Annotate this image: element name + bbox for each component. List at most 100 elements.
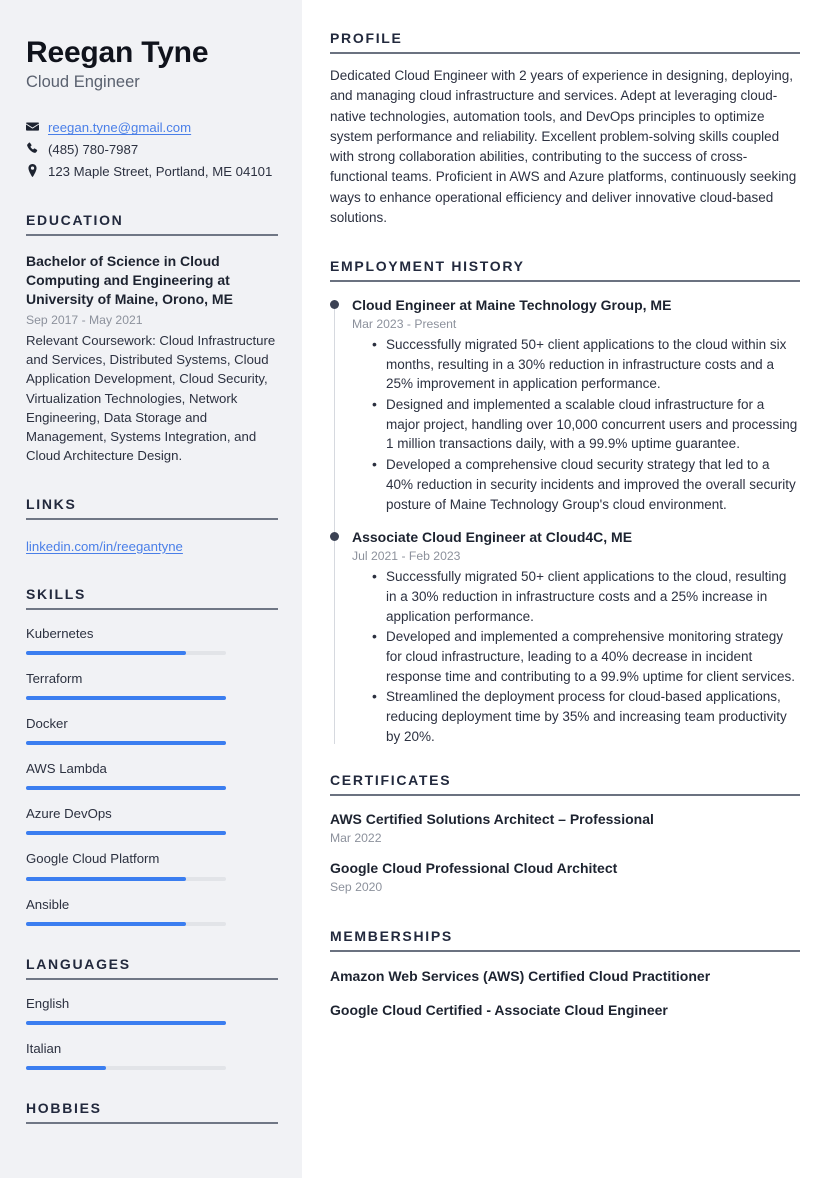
timeline-dot-icon	[330, 300, 339, 309]
skill-bar-fill	[26, 650, 186, 655]
certificates-section: CERTIFICATES AWS Certified Solutions Arc…	[330, 772, 800, 894]
certificate-title: AWS Certified Solutions Architect – Prof…	[330, 811, 654, 828]
contact-phone-value: (485) 780-7987	[48, 142, 139, 158]
job-title: Cloud Engineer at Maine Technology Group…	[352, 297, 672, 313]
skill-item: Azure DevOps	[26, 805, 278, 836]
education-section: EDUCATION Bachelor of Science in Cloud C…	[26, 212, 278, 466]
links-section: LINKS linkedin.com/in/reegantyne	[26, 496, 278, 556]
language-bar-fill	[26, 1065, 106, 1070]
job-date: Mar 2023 - Present	[352, 316, 457, 331]
skill-bar-track	[26, 921, 226, 926]
language-bar-track	[26, 1065, 226, 1070]
skill-bar-fill	[26, 695, 226, 700]
envelope-icon	[26, 118, 48, 133]
skills-rule	[26, 607, 278, 610]
education-heading: EDUCATION	[26, 211, 124, 228]
timeline-dot-icon	[330, 532, 339, 542]
certificates-rule	[330, 794, 800, 797]
skill-label: Ansible	[26, 896, 70, 912]
profile-heading: PROFILE	[330, 30, 403, 46]
language-label: English	[26, 995, 70, 1011]
language-item: English	[26, 995, 278, 1025]
links-rule	[26, 517, 278, 520]
membership-entry: Amazon Web Services (AWS) Certified Clou…	[330, 967, 800, 986]
memberships-rule	[330, 950, 800, 953]
skill-bar-fill	[26, 831, 226, 836]
education-date: Sep 2017 - May 2021	[26, 312, 143, 327]
languages-heading: LANGUAGES	[26, 955, 131, 972]
candidate-name: Reegan Tyne	[26, 36, 209, 69]
job-bullet: Streamlined the deployment process for c…	[372, 686, 800, 746]
certificate-title: Google Cloud Professional Cloud Architec…	[330, 860, 618, 877]
contact-email-row: reegan.tyne@gmail.com	[26, 118, 278, 138]
membership-title: Google Cloud Certified - Associate Cloud…	[330, 1002, 668, 1019]
job-bullet: Designed and implemented a scalable clou…	[372, 394, 800, 454]
skill-label: AWS Lambda	[26, 761, 107, 777]
phone-icon	[26, 140, 48, 155]
skill-bar-fill	[26, 921, 186, 926]
memberships-heading: MEMBERSHIPS	[330, 928, 453, 945]
linkedin-link[interactable]: linkedin.com/in/reegantyne	[26, 539, 183, 554]
job-bullet: Developed and implemented a comprehensiv…	[372, 626, 800, 686]
candidate-job-title: Cloud Engineer	[26, 72, 140, 91]
skill-bar-fill	[26, 786, 226, 791]
skill-bar-fill	[26, 741, 226, 746]
hobbies-heading: HOBBIES	[26, 1099, 102, 1116]
job-bullet: Successfully migrated 50+ client applica…	[372, 566, 800, 626]
skill-item: Kubernetes	[26, 625, 278, 655]
certificate-date: Sep 2020	[330, 880, 383, 895]
contact-address-row: 123 Maple Street, Portland, ME 04101	[26, 162, 278, 182]
skill-item: Ansible	[26, 896, 278, 926]
skill-bar-fill	[26, 876, 186, 881]
skill-label: Azure DevOps	[26, 806, 112, 822]
skill-bar-track	[26, 786, 226, 791]
profile-section: PROFILE Dedicated Cloud Engineer with 2 …	[330, 30, 800, 228]
skill-bar-track	[26, 741, 226, 746]
employment-timeline: Cloud Engineer at Maine Technology Group…	[330, 296, 800, 746]
employment-heading: EMPLOYMENT HISTORY	[330, 258, 525, 274]
skill-label: Kubernetes	[26, 625, 94, 641]
membership-title: Amazon Web Services (AWS) Certified Clou…	[330, 968, 711, 985]
hobbies-section: HOBBIES	[26, 1100, 278, 1124]
language-bar-fill	[26, 1020, 226, 1025]
job-bullet: Developed a comprehensive cloud security…	[372, 454, 800, 514]
skill-bar-track	[26, 831, 226, 836]
profile-rule	[330, 52, 800, 54]
language-bar-track	[26, 1020, 226, 1025]
memberships-section: MEMBERSHIPS Amazon Web Services (AWS) Ce…	[330, 928, 800, 1020]
skill-item: Terraform	[26, 670, 278, 700]
main-column: PROFILE Dedicated Cloud Engineer with 2 …	[302, 0, 833, 1178]
languages-section: LANGUAGES English Italian	[26, 956, 278, 1070]
employment-section: EMPLOYMENT HISTORY Cloud Engineer at Mai…	[330, 258, 800, 746]
certificate-entry: Google Cloud Professional Cloud Architec…	[330, 859, 800, 894]
skill-label: Google Cloud Platform	[26, 851, 160, 867]
skill-item: AWS Lambda	[26, 760, 278, 791]
languages-rule	[26, 977, 278, 980]
job-entry: Associate Cloud Engineer at Cloud4C, ME …	[330, 528, 800, 746]
contact-list: reegan.tyne@gmail.com (485) 780-7987 123…	[26, 118, 278, 181]
contact-phone-row: (485) 780-7987	[26, 140, 278, 160]
membership-entry: Google Cloud Certified - Associate Cloud…	[330, 1001, 800, 1020]
profile-text: Dedicated Cloud Engineer with 2 years of…	[330, 68, 797, 225]
skills-section: SKILLS Kubernetes Terraform Docker AWS L…	[26, 586, 278, 926]
resume-page: Reegan Tyne Cloud Engineer reegan.tyne@g…	[0, 0, 833, 1178]
sidebar: Reegan Tyne Cloud Engineer reegan.tyne@g…	[0, 0, 302, 1178]
education-description: Relevant Coursework: Cloud Infrastructur…	[26, 332, 276, 464]
skill-item: Docker	[26, 715, 278, 746]
certificates-heading: CERTIFICATES	[330, 772, 452, 789]
job-bullet-list: Successfully migrated 50+ client applica…	[352, 334, 800, 514]
job-date: Jul 2021 - Feb 2023	[352, 549, 461, 564]
language-item: Italian	[26, 1040, 278, 1070]
certificate-entry: AWS Certified Solutions Architect – Prof…	[330, 810, 800, 845]
skill-bar-track	[26, 876, 226, 881]
hobbies-rule	[26, 1121, 278, 1124]
language-label: Italian	[26, 1040, 62, 1056]
links-heading: LINKS	[26, 495, 77, 512]
links-list: linkedin.com/in/reegantyne	[26, 538, 278, 556]
email-link[interactable]: reegan.tyne@gmail.com	[48, 120, 191, 135]
contact-email-value: reegan.tyne@gmail.com	[48, 118, 278, 138]
contact-address-value: 123 Maple Street, Portland, ME 04101	[48, 163, 273, 179]
certificate-date: Mar 2022	[330, 831, 382, 846]
skill-item: Google Cloud Platform	[26, 850, 278, 881]
job-bullet: Successfully migrated 50+ client applica…	[372, 334, 800, 394]
